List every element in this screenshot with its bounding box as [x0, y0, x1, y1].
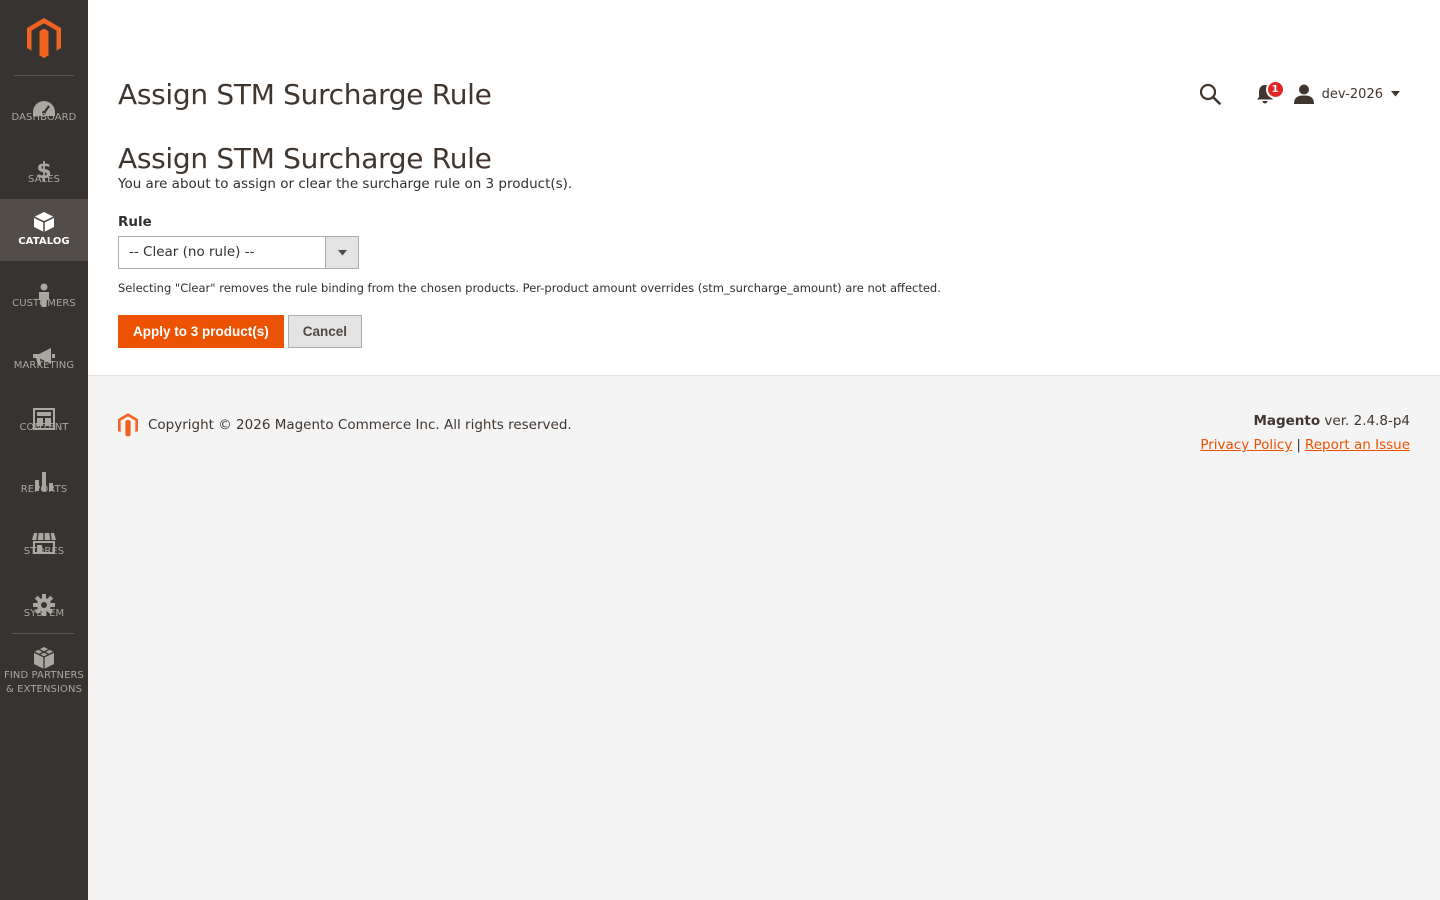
- magento-logo-icon: [118, 413, 138, 437]
- sidebar-item-catalog[interactable]: CATALOG: [0, 199, 88, 261]
- footer-meta: Magento ver. 2.4.8-p4 Privacy Policy | Rep…: [1200, 413, 1410, 453]
- sidebar-item-dashboard[interactable]: DASHBOARD: [0, 86, 88, 148]
- sidebar-divider: [12, 633, 74, 634]
- rule-select-value: -- Clear (no rule) --: [129, 244, 255, 260]
- version-text: ver. 2.4.8-p4: [1320, 413, 1410, 429]
- sidebar-item-content[interactable]: CONTENT: [0, 396, 88, 458]
- link-separator: |: [1296, 437, 1301, 453]
- search-button[interactable]: [1190, 78, 1230, 110]
- privacy-policy-link[interactable]: Privacy Policy: [1200, 437, 1292, 453]
- user-account-menu[interactable]: dev-2026: [1293, 78, 1400, 110]
- caret-down-icon: [1391, 91, 1400, 97]
- rule-label: Rule: [118, 214, 152, 230]
- magento-logo-icon: [27, 18, 61, 58]
- sidebar-item-system[interactable]: SYSTEM: [0, 582, 88, 644]
- magento-logo[interactable]: [0, 0, 88, 75]
- sidebar-item-reports[interactable]: REPORTS: [0, 458, 88, 520]
- version-info: Magento ver. 2.4.8-p4: [1200, 413, 1410, 429]
- sidebar-item-stores[interactable]: STORES: [0, 520, 88, 582]
- notifications-button[interactable]: 1: [1248, 78, 1285, 110]
- page-title: Assign STM Surcharge Rule: [118, 78, 492, 111]
- form-description: You are about to assign or clear the sur…: [118, 176, 573, 192]
- form-heading: Assign STM Surcharge Rule: [118, 142, 492, 175]
- select-arrow: [325, 237, 358, 268]
- assign-rule-form: Assign STM Surcharge Rule You are about …: [118, 140, 1410, 348]
- search-icon: [1199, 83, 1221, 105]
- apply-button[interactable]: Apply to 3 product(s): [118, 315, 284, 348]
- notification-count-badge: 1: [1265, 80, 1285, 99]
- rule-note: Selecting "Clear" removes the rule bindi…: [118, 281, 941, 295]
- admin-sidebar: DASHBOARD $ SALES CATALOG CUSTOMERS MARK…: [0, 0, 88, 900]
- user-icon: [1293, 84, 1314, 104]
- copyright-text: Copyright © 2026 Magento Commerce Inc. A…: [148, 417, 572, 433]
- footer-copyright: Copyright © 2026 Magento Commerce Inc. A…: [118, 413, 572, 437]
- cancel-button[interactable]: Cancel: [287, 315, 363, 348]
- cubes-icon: [0, 645, 88, 671]
- main-content: Assign STM Surcharge Rule 1 dev-2026 Ass…: [88, 0, 1440, 376]
- sidebar-divider: [14, 75, 74, 76]
- brand-name: Magento: [1253, 413, 1321, 429]
- box-icon: [0, 209, 88, 235]
- sidebar-item-partners[interactable]: FIND PARTNERS & EXTENSIONS: [0, 644, 88, 702]
- form-actions: Apply to 3 product(s) Cancel: [118, 315, 1410, 348]
- sidebar-item-customers[interactable]: CUSTOMERS: [0, 272, 88, 334]
- rule-select[interactable]: -- Clear (no rule) --: [118, 236, 359, 269]
- page-footer: Copyright © 2026 Magento Commerce Inc. A…: [88, 377, 1440, 497]
- username: dev-2026: [1321, 86, 1383, 102]
- report-issue-link[interactable]: Report an Issue: [1305, 437, 1410, 453]
- footer-links: Privacy Policy | Report an Issue: [1200, 437, 1410, 453]
- sidebar-item-marketing[interactable]: MARKETING: [0, 334, 88, 396]
- caret-down-icon: [337, 249, 347, 255]
- header-actions: 1 dev-2026: [1190, 78, 1400, 110]
